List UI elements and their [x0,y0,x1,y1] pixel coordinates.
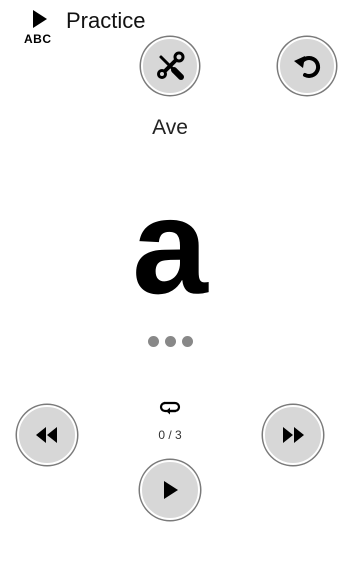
play-triangle-icon [33,10,47,28]
settings-tools-button[interactable] [141,37,199,95]
app-logo: ABC [24,8,60,46]
next-button[interactable] [263,405,323,465]
fast-forward-icon [283,427,304,443]
play-icon [164,481,178,499]
previous-button[interactable] [17,405,77,465]
progress-dot [164,336,176,347]
repeat-icon [159,401,181,415]
practice-letter: a [132,170,208,322]
app-logo-text: ABC [24,32,52,46]
play-button[interactable] [140,460,200,520]
rewind-icon [36,427,57,443]
progress-dot [147,336,159,347]
page-title: Practice [66,8,146,33]
undo-button[interactable] [278,37,336,95]
practice-word: Ave [152,116,188,139]
undo-icon [294,55,321,78]
tools-icon [157,51,185,80]
progress-dot [181,336,193,347]
progress-dots [0,336,340,347]
